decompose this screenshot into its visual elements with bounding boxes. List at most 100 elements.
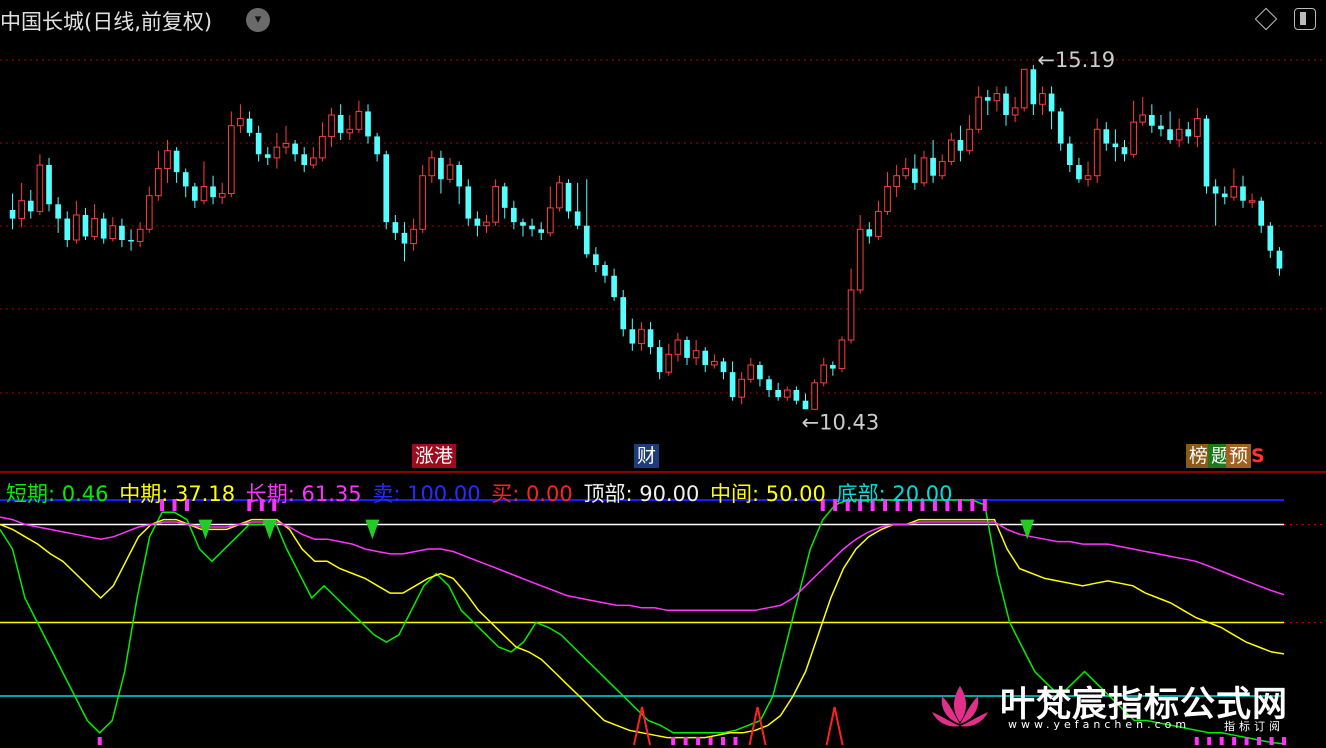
candle-body <box>173 150 180 173</box>
candle-body <box>611 275 617 298</box>
candle-body <box>200 185 208 202</box>
candle-body <box>1003 93 1009 115</box>
candle-body <box>1030 69 1037 105</box>
watermark-url: www.yefanchen.com <box>1008 718 1191 731</box>
candle-body <box>501 186 508 208</box>
candle-body <box>757 365 763 380</box>
candle-body <box>474 218 481 226</box>
candle-body <box>301 154 308 165</box>
legend-buy: 买: 0.00 <box>491 482 573 506</box>
candle-body <box>1121 147 1128 155</box>
candle-body <box>546 207 554 234</box>
candle-body <box>692 350 700 359</box>
candle-body <box>984 97 991 101</box>
candle-body <box>902 168 910 177</box>
price-chart: ←15.19 ←10.43 <box>0 48 1326 746</box>
candle-body <box>255 132 262 155</box>
candle-body <box>1066 143 1073 165</box>
candle-body <box>446 164 454 180</box>
buy-spike <box>633 706 651 746</box>
candle-body <box>1139 114 1147 123</box>
candle-body <box>1158 125 1164 130</box>
legend-mid: 中期: 37.18 <box>119 482 236 506</box>
candle-body <box>665 353 673 373</box>
candle-body <box>1149 115 1155 126</box>
candle-body <box>775 390 781 398</box>
candle-body <box>401 232 408 244</box>
candle-body <box>1020 68 1028 109</box>
sell-marker <box>970 499 975 511</box>
candle-body <box>119 225 125 240</box>
candle-body <box>9 210 16 219</box>
candle-body <box>1011 107 1019 116</box>
legend-short: 短期: 0.46 <box>6 482 109 506</box>
candle-body <box>410 228 417 245</box>
crossover-arrow <box>262 519 277 540</box>
candle-body <box>656 347 663 373</box>
candle-body <box>1084 175 1092 180</box>
candle-body <box>511 207 517 223</box>
candle-body <box>1185 129 1192 137</box>
candle-body <box>36 164 44 212</box>
candle-body <box>1212 186 1219 194</box>
crossover-arrow <box>365 519 380 540</box>
candle-body <box>1112 143 1119 148</box>
candle-body <box>1221 193 1228 198</box>
candle-body <box>465 186 472 219</box>
candle-body <box>938 160 946 177</box>
candle-body <box>529 225 535 230</box>
candle-body <box>128 240 134 242</box>
candle-body <box>218 193 226 198</box>
candle-body <box>647 329 654 348</box>
bottom-marker <box>97 737 102 745</box>
lotus-logo-icon <box>932 686 988 727</box>
candle-body <box>483 221 490 227</box>
candle-body <box>438 157 444 180</box>
candle-body <box>711 360 718 366</box>
candle-body <box>520 222 526 226</box>
candle-body <box>783 389 791 398</box>
bottom-marker <box>721 737 726 745</box>
tag-s[interactable]: S <box>1248 444 1268 468</box>
candle-body <box>993 93 1001 102</box>
candle-body <box>337 115 344 133</box>
candle-body <box>930 157 936 176</box>
candle-body <box>565 182 572 212</box>
indicator-legend: 短期: 0.46 中期: 37.18 长期: 61.35 卖: 100.00 买… <box>6 478 956 508</box>
candle-body <box>1175 128 1183 141</box>
candle-body <box>456 165 462 187</box>
candle-body <box>1093 128 1101 177</box>
candle-body <box>638 328 645 345</box>
tag-cai[interactable]: 财 <box>634 444 660 468</box>
candle-body <box>46 165 52 205</box>
candle-body <box>1248 200 1256 203</box>
candle-body <box>64 218 71 240</box>
candle-body <box>73 214 80 241</box>
candle-body <box>310 157 317 166</box>
candle-body <box>856 228 864 291</box>
candle-body <box>328 114 335 137</box>
legend-sell: 卖: 100.00 <box>372 482 481 506</box>
candle-body <box>574 211 581 226</box>
candle-body <box>875 210 882 237</box>
bottom-marker <box>733 737 738 745</box>
candle-body <box>820 364 828 384</box>
candle-body <box>182 172 189 187</box>
candle-body <box>593 254 599 265</box>
legend-bottom: 底部: 20.00 <box>836 482 953 506</box>
candle-body <box>365 111 371 137</box>
candle-body <box>27 200 34 212</box>
candle-body <box>419 175 427 230</box>
candle-body <box>1194 118 1201 137</box>
tag-zhanggang[interactable]: 涨港 <box>412 444 457 468</box>
candle-body <box>847 289 855 341</box>
candle-body <box>802 400 809 410</box>
candle-body <box>1103 129 1110 144</box>
candle-body <box>155 168 162 197</box>
candle-body <box>55 204 61 219</box>
candle-body <box>583 225 590 255</box>
bottom-marker <box>696 737 701 745</box>
watermark-subtitle: 指标订阅 <box>1224 720 1284 733</box>
candle-body <box>830 365 836 369</box>
candle-body <box>538 229 545 233</box>
